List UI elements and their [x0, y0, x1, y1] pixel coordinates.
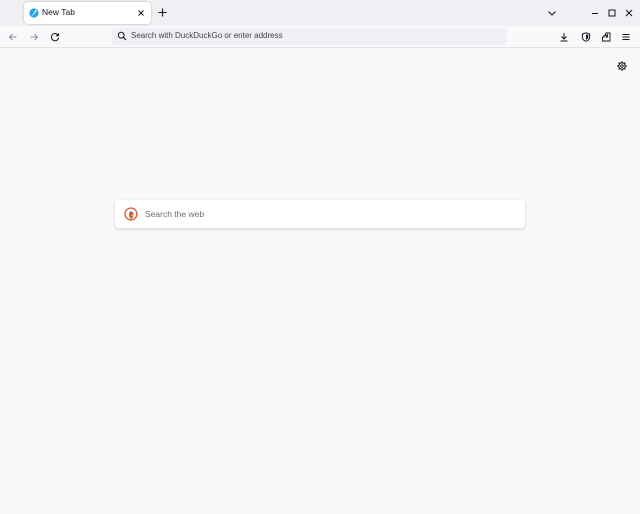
arrow-right-icon[interactable]: [28, 31, 40, 43]
maximize-icon[interactable]: [606, 7, 618, 19]
menu-icon[interactable]: [620, 31, 632, 43]
address-bar-placeholder: Search with DuckDuckGo or enter address: [131, 31, 283, 40]
plus-icon[interactable]: [156, 6, 169, 19]
web-search-placeholder: Search the web: [145, 209, 205, 219]
tab-new-tab[interactable]: New Tab: [24, 2, 151, 24]
tab-title: New Tab: [42, 7, 75, 17]
address-bar[interactable]: Search with DuckDuckGo or enter address: [112, 28, 506, 45]
shield-icon[interactable]: [580, 31, 592, 43]
download-icon[interactable]: [558, 31, 570, 43]
close-tab-icon[interactable]: [136, 8, 146, 18]
new-tab-page: Search the web: [0, 49, 640, 514]
close-icon[interactable]: [623, 7, 635, 19]
nav-bar: Search with DuckDuckGo or enter address: [0, 26, 640, 48]
web-search-box[interactable]: Search the web: [115, 200, 525, 228]
arrow-left-icon[interactable]: [7, 31, 19, 43]
tab-strip: New Tab: [0, 0, 640, 26]
reload-icon[interactable]: [49, 31, 61, 43]
extensions-icon[interactable]: [600, 31, 612, 43]
minimize-icon[interactable]: [589, 7, 601, 19]
chevron-down-icon[interactable]: [546, 7, 558, 19]
firefox-favicon-icon: [29, 8, 39, 18]
duckduckgo-logo-icon: [124, 207, 138, 221]
search-icon: [117, 31, 127, 41]
gear-icon[interactable]: [616, 60, 628, 72]
